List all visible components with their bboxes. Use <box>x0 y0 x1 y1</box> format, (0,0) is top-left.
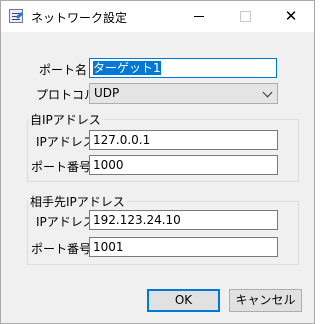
minimize-icon <box>194 15 204 17</box>
remote-port-value: 1001 <box>93 240 124 254</box>
local-ip-input[interactable]: 127.0.0.1 <box>89 130 278 150</box>
port-name-input[interactable]: ターゲット1 <box>89 58 277 78</box>
maximize-icon <box>239 10 251 22</box>
minimize-button[interactable] <box>176 1 222 32</box>
remote-ip-label: IPアドレス <box>36 215 95 229</box>
port-name-value: ターゲット1 <box>93 61 161 75</box>
ok-button[interactable]: OK <box>147 289 220 312</box>
remote-port-label: ポート番号 <box>31 242 92 256</box>
local-port-value: 1000 <box>93 158 124 172</box>
remote-ip-value: 192.123.24.10 <box>93 213 181 227</box>
close-button[interactable]: ✕ <box>268 1 314 32</box>
local-ip-value: 127.0.0.1 <box>93 133 151 147</box>
close-icon: ✕ <box>284 7 298 25</box>
chevron-down-icon <box>262 87 273 98</box>
protocol-label: プロトコル <box>36 88 97 102</box>
remote-ip-group-title: 相手先IPアドレス <box>28 193 127 210</box>
protocol-value: UDP <box>94 86 120 100</box>
protocol-select[interactable]: UDP <box>89 83 278 104</box>
window-title: ネットワーク設定 <box>31 11 128 25</box>
remote-port-input[interactable]: 1001 <box>89 237 278 257</box>
cancel-button[interactable]: キャンセル <box>229 289 302 312</box>
maximize-button <box>222 1 268 32</box>
port-name-label: ポート名 <box>39 63 88 77</box>
local-port-input[interactable]: 1000 <box>89 155 278 175</box>
local-ip-label: IPアドレス <box>36 135 95 149</box>
settings-app-icon <box>9 9 23 23</box>
dialog-window: ネットワーク設定 ✕ ポート名 ターゲット1 プロトコル UDP 自IPアドレス… <box>0 0 315 324</box>
remote-ip-input[interactable]: 192.123.24.10 <box>89 210 278 230</box>
title-bar[interactable]: ネットワーク設定 ✕ <box>1 1 314 32</box>
local-ip-group-title: 自IPアドレス <box>28 111 103 128</box>
local-port-label: ポート番号 <box>31 160 92 174</box>
